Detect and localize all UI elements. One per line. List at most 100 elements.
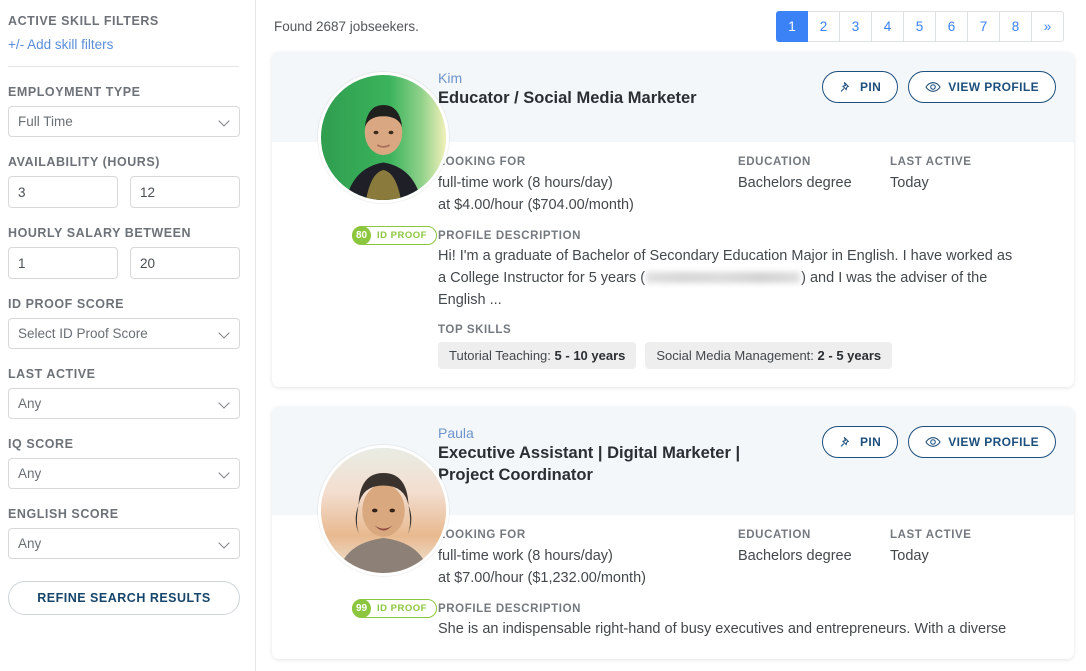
looking-for-line-2: at $4.00/hour ($704.00/month) (438, 197, 634, 214)
id-proof-score: 80 (352, 226, 371, 245)
looking-for-line-1: full-time work (8 hours/day) (438, 548, 613, 565)
pin-button[interactable]: PIN (821, 71, 899, 103)
id-proof-label: ID PROOF (377, 230, 427, 241)
last-active-label: LAST ACTIVE (890, 529, 972, 542)
iq-score-select[interactable]: Any (8, 458, 240, 489)
id-proof-label: ID PROOF (377, 603, 427, 615)
education-value: Bachelors degree (738, 548, 852, 565)
skill-chip: Tutorial Teaching: 5 - 10 years (438, 342, 637, 370)
card-header: 99 ID PROOF Paula Executive Assistant | … (272, 407, 1074, 619)
education-block: EDUCATION Bachelors degree (738, 529, 890, 589)
jobseeker-card-list: 80 ID PROOF Kim Educator / Social Media … (272, 52, 1074, 660)
employment-type-label: EMPLOYMENT TYPE (8, 85, 141, 99)
view-profile-button[interactable]: VIEW PROFILE (908, 426, 1056, 459)
view-profile-button[interactable]: VIEW PROFILE (908, 71, 1056, 103)
pin-label: PIN (859, 80, 882, 94)
education-label: EDUCATION (738, 529, 811, 542)
avatar-photo-male (321, 75, 446, 200)
sidebar-divider (8, 66, 239, 67)
looking-for-block: LOOKING FOR full-time work (8 hours/day)… (438, 156, 738, 216)
meta-row: LOOKING FOR full-time work (8 hours/day)… (438, 529, 1056, 589)
availability-min-input[interactable] (8, 176, 118, 208)
id-proof-score-select[interactable]: Select ID Proof Score (8, 318, 240, 349)
last-active-value: Today (890, 548, 929, 565)
hourly-salary-min-input[interactable] (8, 247, 118, 279)
eye-icon (925, 437, 941, 448)
english-score-select[interactable]: Any (8, 528, 240, 559)
jobseeker-title: Executive Assistant | Digital Marketer |… (438, 444, 741, 485)
id-proof-badge: 80 ID PROOF (352, 226, 437, 245)
top-skills-label: TOP SKILLS (438, 324, 512, 337)
education-value: Bachelors degree (738, 175, 852, 191)
looking-for-line-2: at $7.00/hour ($1,232.00/month) (438, 570, 646, 587)
iq-score-select-wrap: Any (8, 458, 240, 489)
english-score-select-wrap: Any (8, 528, 240, 559)
id-proof-score-label: ID PROOF SCORE (8, 297, 125, 311)
view-profile-label: VIEW PROFILE (948, 80, 1039, 94)
employment-type-select[interactable]: Full Time (8, 106, 240, 137)
skill-years: 2 - 5 years (817, 348, 882, 364)
hourly-salary-range (8, 247, 240, 279)
hourly-salary-max-input[interactable] (130, 247, 240, 279)
availability-max-input[interactable] (130, 176, 240, 208)
pagination-page-2[interactable]: 2 (808, 10, 840, 42)
meta-row: LOOKING FOR full-time work (8 hours/day)… (438, 156, 1056, 216)
employment-type-select-wrap: Full Time (8, 106, 240, 137)
pagination-page-3[interactable]: 3 (840, 10, 872, 42)
results-topbar: Found 2687 jobseekers. 1 2 3 4 5 6 7 8 » (272, 0, 1074, 52)
refine-search-results-button[interactable]: REFINE SEARCH RESULTS (8, 581, 240, 615)
top-skills-block: TOP SKILLS Tutorial Teaching: 5 - 10 yea… (438, 324, 1056, 370)
jobseeker-card[interactable]: 80 ID PROOF Kim Educator / Social Media … (272, 52, 1074, 388)
last-active-block: LAST ACTIVE Today (890, 529, 972, 589)
english-score-label: ENGLISH SCORE (8, 507, 119, 521)
pagination-page-6[interactable]: 6 (936, 10, 968, 42)
avatar (318, 445, 449, 577)
eye-icon (925, 82, 941, 92)
pagination-page-1[interactable]: 1 (776, 10, 808, 42)
jobseeker-name-link[interactable]: Kim (438, 70, 822, 86)
profile-description-label: PROFILE DESCRIPTION (438, 230, 582, 243)
results-main: Found 2687 jobseekers. 1 2 3 4 5 6 7 8 » (256, 0, 1086, 671)
pagination-page-8[interactable]: 8 (1000, 10, 1032, 42)
pagination-next-button[interactable]: » (1032, 10, 1064, 42)
profile-description-text: Hi! I'm a graduate of Bachelor of Second… (438, 246, 1018, 311)
card-actions: PIN VIEW PROFILE (821, 68, 1056, 103)
pin-label: PIN (859, 435, 882, 450)
found-count-text: Found 2687 jobseekers. (274, 18, 419, 34)
last-active-value: Today (890, 175, 929, 191)
hourly-salary-label: HOURLY SALARY BETWEEN (8, 226, 192, 240)
pagination-page-7[interactable]: 7 (968, 10, 1000, 42)
name-column: Kim Educator / Social Media Marketer (438, 68, 822, 110)
id-proof-badge: 99 ID PROOF (352, 599, 437, 619)
skill-chip-list: Tutorial Teaching: 5 - 10 years Social M… (438, 342, 1056, 370)
redacted-text (646, 272, 801, 284)
iq-score-label: IQ SCORE (8, 437, 74, 451)
availability-range (8, 176, 240, 208)
education-block: EDUCATION Bachelors degree (738, 156, 890, 216)
active-skill-filters-heading: ACTIVE SKILL FILTERS (8, 14, 159, 28)
jobseeker-name-link[interactable]: Paula (438, 425, 822, 441)
id-proof-score: 99 (352, 599, 371, 619)
pin-button[interactable]: PIN (821, 426, 899, 459)
view-profile-label: VIEW PROFILE (948, 435, 1039, 450)
jobseeker-title: Educator / Social Media Marketer (438, 89, 697, 107)
card-actions: PIN VIEW PROFILE (821, 423, 1056, 459)
skill-years: 5 - 10 years (554, 348, 626, 364)
page-root: ACTIVE SKILL FILTERS +/- Add skill filte… (0, 0, 1086, 671)
last-active-select[interactable]: Any (8, 388, 240, 419)
pagination-page-5[interactable]: 5 (904, 10, 936, 42)
add-skill-filters-link[interactable]: +/- Add skill filters (8, 37, 239, 52)
looking-for-label: LOOKING FOR (438, 156, 526, 168)
looking-for-block: LOOKING FOR full-time work (8 hours/day)… (438, 529, 738, 589)
id-proof-score-select-wrap: Select ID Proof Score (8, 318, 240, 349)
jobseeker-card[interactable]: 99 ID PROOF Paula Executive Assistant | … (272, 407, 1074, 660)
education-label: EDUCATION (738, 156, 811, 168)
card-header: 80 ID PROOF Kim Educator / Social Media … (272, 52, 1074, 245)
last-active-select-wrap: Any (8, 388, 240, 419)
looking-for-label: LOOKING FOR (438, 529, 526, 542)
last-active-label: LAST ACTIVE (8, 367, 96, 381)
pin-icon (840, 81, 850, 92)
profile-description-label: PROFILE DESCRIPTION (438, 603, 582, 616)
pagination-page-4[interactable]: 4 (872, 10, 904, 42)
name-column: Paula Executive Assistant | Digital Mark… (438, 423, 822, 487)
